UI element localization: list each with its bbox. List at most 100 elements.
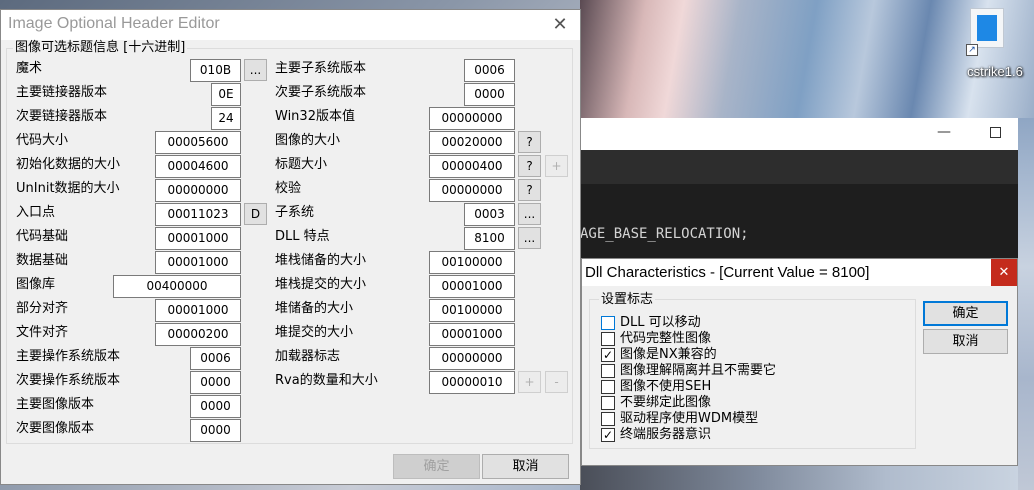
major-os-version-field[interactable]: 0006 (190, 347, 241, 370)
file-alignment-field[interactable]: 00000200 (155, 323, 241, 346)
magic-field[interactable]: 010B (190, 59, 241, 82)
image-base-field[interactable]: 00400000 (113, 275, 241, 298)
dll-characteristics-browse-button[interactable]: ... (518, 227, 541, 249)
size-of-image-help-button[interactable]: ? (518, 131, 541, 153)
checkbox[interactable] (601, 364, 615, 378)
maximize-icon[interactable] (990, 127, 1001, 138)
subsystem-browse-button[interactable]: ... (518, 203, 541, 225)
optional-header-editor-dialog: Image Optional Header Editor ✕ 图像可选标题信息 … (0, 9, 581, 485)
uninit-data-size-field[interactable]: 00000000 (155, 179, 241, 202)
editor-titlebar: — (580, 118, 1018, 150)
flag-label: 图像不使用SEH (620, 379, 712, 394)
flag-label: DLL 可以移动 (620, 315, 701, 330)
checkbox[interactable] (601, 332, 615, 346)
heap-reserve-size-field[interactable]: 00100000 (429, 299, 515, 322)
section-alignment-label: 部分对齐 (16, 301, 69, 316)
close-icon[interactable]: ✕ (991, 259, 1017, 286)
dll-characteristics-field[interactable]: 8100 (464, 227, 515, 250)
magic-label: 魔术 (16, 61, 43, 76)
stack-reserve-size-field[interactable]: 00100000 (429, 251, 515, 274)
flag-label: 图像理解隔离并且不需要它 (620, 363, 777, 378)
group-title: 图像可选标题信息 [十六进制] (13, 40, 188, 55)
flag-label: 代码完整性图像 (620, 331, 712, 346)
desktop-shortcut[interactable]: ↗ cstrike1.6 (958, 2, 1032, 84)
checkbox[interactable] (601, 396, 615, 410)
major-subsystem-version-label: 主要子系统版本 (275, 61, 367, 76)
base-of-data-label: 数据基础 (16, 253, 69, 268)
wallpaper-bottom (580, 465, 1018, 490)
win32-version-label: Win32版本值 (275, 109, 355, 124)
major-image-version-label: 主要图像版本 (16, 397, 95, 412)
ok-button[interactable]: 确定 (923, 301, 1008, 326)
wallpaper-edge (1018, 118, 1034, 490)
base-of-data-field[interactable]: 00001000 (155, 251, 241, 274)
image-base-label: 图像库 (16, 277, 56, 292)
checksum-help-button[interactable]: ? (518, 179, 541, 201)
shortcut-file-icon (970, 8, 1004, 48)
heap-commit-size-label: 堆提交的大小 (275, 325, 354, 340)
init-data-size-label: 初始化数据的大小 (16, 157, 121, 172)
rva-count-remove-button[interactable]: - (545, 371, 568, 393)
major-linker-version-field[interactable]: 0E (211, 83, 241, 106)
size-of-headers-field[interactable]: 00000400 (429, 155, 515, 178)
checkbox[interactable] (601, 380, 615, 394)
rva-count-field[interactable]: 00000010 (429, 371, 515, 394)
dll-characteristics-label: DLL 特点 (275, 229, 330, 244)
shortcut-label: cstrike1.6 (967, 64, 1023, 79)
close-icon[interactable]: ✕ (549, 15, 571, 35)
heap-commit-size-field[interactable]: 00001000 (429, 323, 515, 346)
checksum-field[interactable]: 00000000 (429, 179, 515, 202)
base-of-code-label: 代码基础 (16, 229, 69, 244)
rva-count-add-button[interactable]: + (518, 371, 541, 393)
checkbox[interactable] (601, 316, 615, 330)
code-size-field[interactable]: 00005600 (155, 131, 241, 154)
stack-commit-size-field[interactable]: 00001000 (429, 275, 515, 298)
minor-subsystem-version-label: 次要子系统版本 (275, 85, 367, 100)
win32-version-field[interactable]: 00000000 (429, 107, 515, 130)
dll-characteristics-dialog: Dll Characteristics - [Current Value = 8… (581, 258, 1018, 466)
ok-button[interactable]: 确定 (393, 454, 480, 479)
minor-os-version-field[interactable]: 0000 (190, 371, 241, 394)
dialog-title: Image Optional Header Editor (8, 15, 220, 32)
major-subsystem-version-field[interactable]: 0006 (464, 59, 515, 82)
minor-linker-version-field[interactable]: 24 (211, 107, 241, 130)
flag-label: 图像是NX兼容的 (620, 347, 717, 362)
cancel-button[interactable]: 取消 (482, 454, 569, 479)
heap-reserve-size-label: 堆储备的大小 (275, 301, 354, 316)
cancel-button[interactable]: 取消 (923, 329, 1008, 354)
minor-os-version-label: 次要操作系统版本 (16, 373, 121, 388)
code-size-label: 代码大小 (16, 133, 69, 148)
group-title: 设置标志 (599, 292, 656, 307)
flag-label: 终端服务器意识 (620, 427, 712, 442)
size-of-image-field[interactable]: 00020000 (429, 131, 515, 154)
init-data-size-field[interactable]: 00004600 (155, 155, 241, 178)
size-of-headers-label: 标题大小 (275, 157, 328, 172)
checksum-label: 校验 (275, 181, 302, 196)
loader-flags-field[interactable]: 00000000 (429, 347, 515, 370)
checkbox[interactable]: ✓ (601, 428, 615, 442)
shortcut-arrow-icon: ↗ (966, 44, 978, 56)
major-image-version-field[interactable]: 0000 (190, 395, 241, 418)
magic-browse-button[interactable]: ... (244, 59, 267, 81)
uninit-data-size-label: UnInit数据的大小 (16, 181, 120, 196)
checkbox[interactable] (601, 412, 615, 426)
rva-count-label: Rva的数量和大小 (275, 373, 378, 388)
size-of-headers-help-button[interactable]: ? (518, 155, 541, 177)
checkbox[interactable]: ✓ (601, 348, 615, 362)
stack-commit-size-label: 堆栈提交的大小 (275, 277, 367, 292)
minor-linker-version-label: 次要链接器版本 (16, 109, 108, 124)
subsystem-field[interactable]: 0003 (464, 203, 515, 226)
base-of-code-field[interactable]: 00001000 (155, 227, 241, 250)
subsystem-label: 子系统 (275, 205, 315, 220)
minor-image-version-label: 次要图像版本 (16, 421, 95, 436)
dialog-titlebar: Image Optional Header Editor ✕ (1, 10, 580, 40)
minor-subsystem-version-field[interactable]: 0000 (464, 83, 515, 106)
entry-point-field[interactable]: 00011023 (155, 203, 241, 226)
file-alignment-label: 文件对齐 (16, 325, 69, 340)
entry-point-disasm-button[interactable]: D (244, 203, 267, 225)
minimize-icon[interactable]: — (936, 124, 952, 144)
dialog-title: Dll Characteristics - [Current Value = 8… (585, 264, 870, 281)
minor-image-version-field[interactable]: 0000 (190, 419, 241, 442)
section-alignment-field[interactable]: 00001000 (155, 299, 241, 322)
size-of-headers-add-button[interactable]: + (545, 155, 568, 177)
